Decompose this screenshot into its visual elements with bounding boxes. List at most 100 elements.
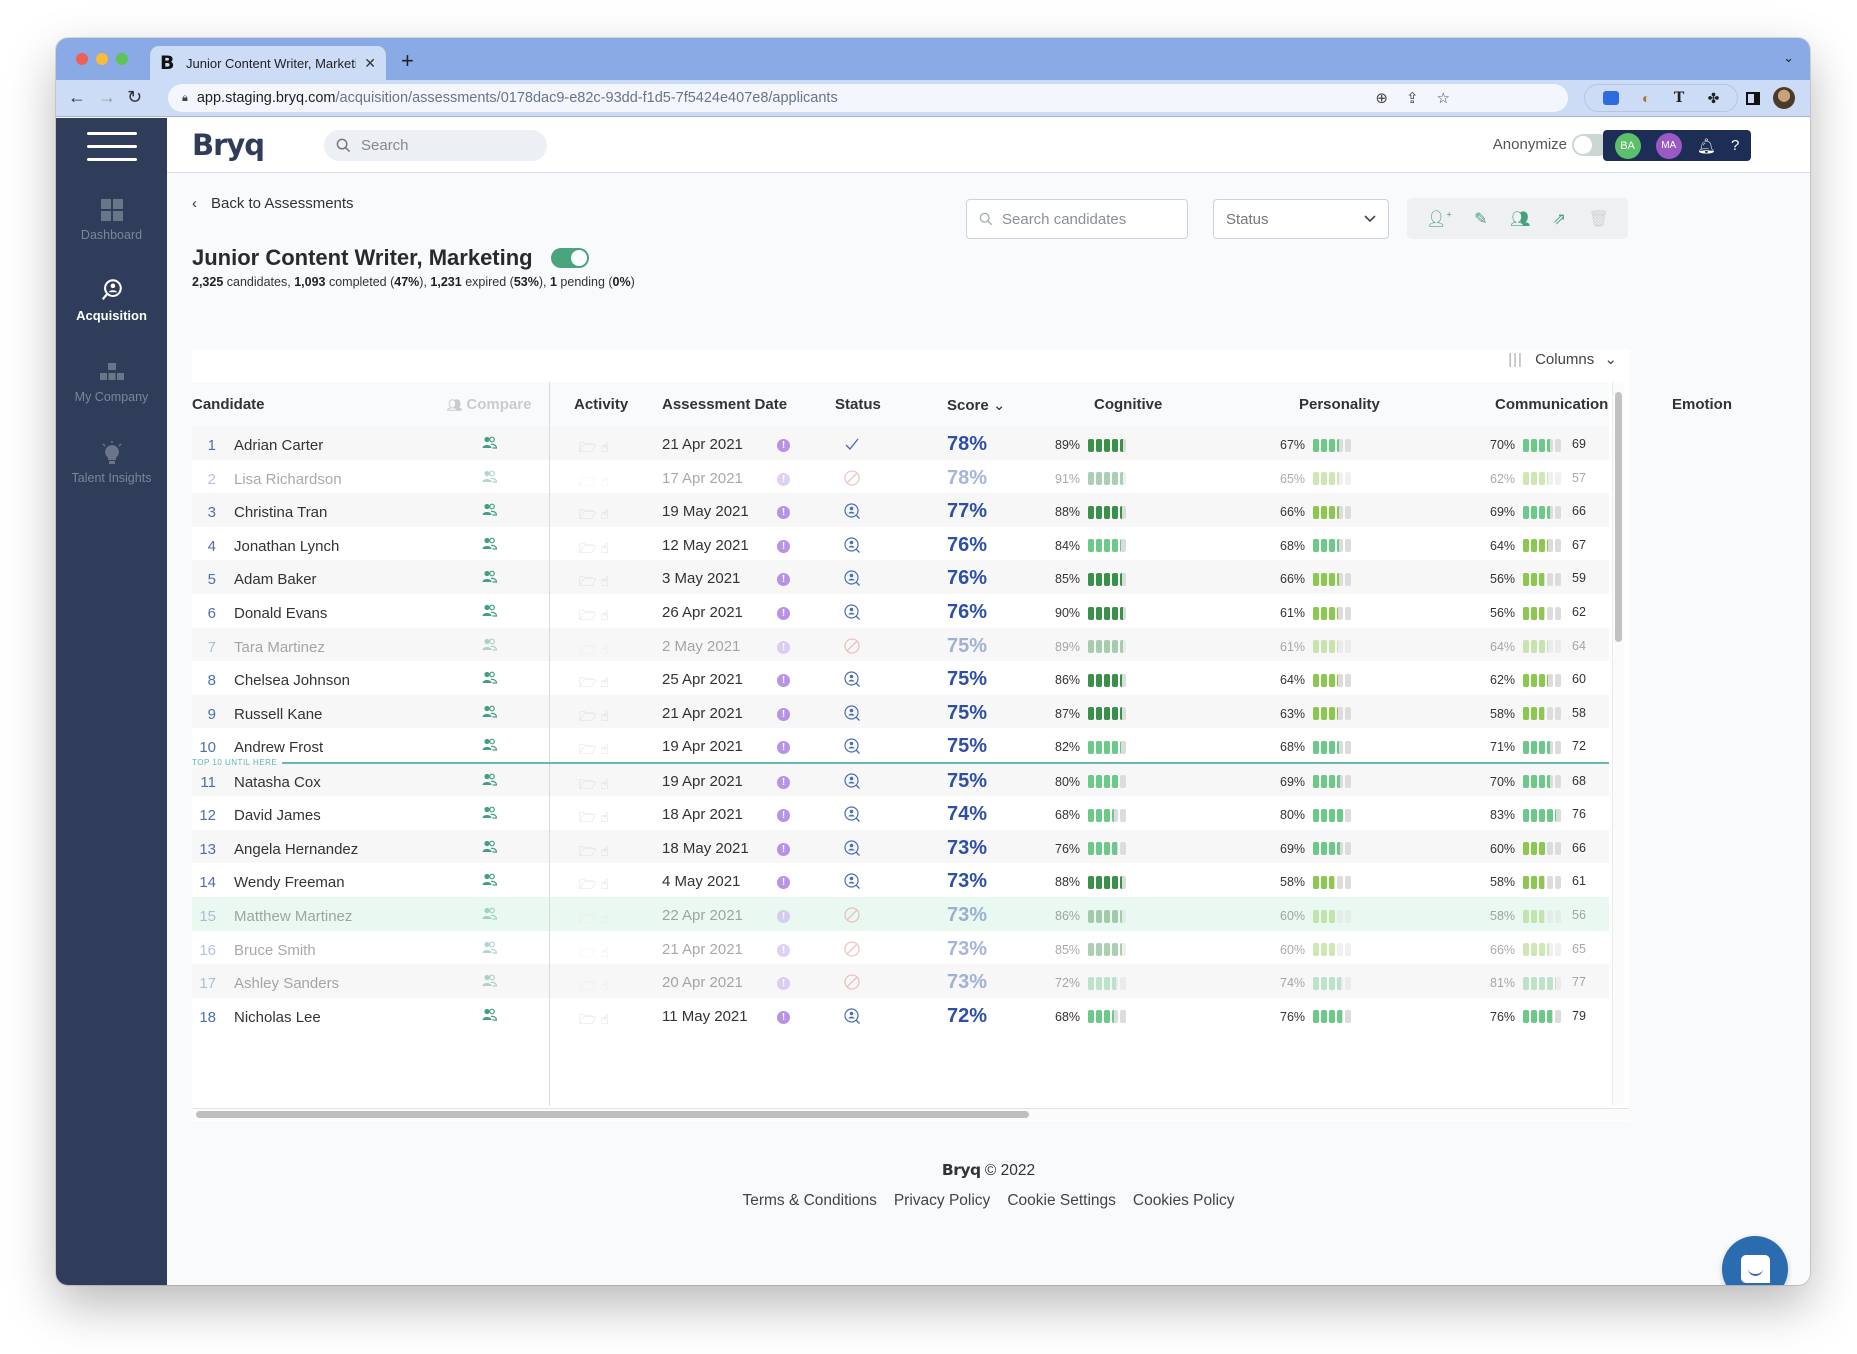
status-completed-icon[interactable]	[842, 435, 862, 455]
header-emotion[interactable]: Emotion	[1672, 396, 1732, 413]
folder-icon[interactable]: 🗁︎	[579, 506, 600, 522]
table-row[interactable]: 12 David James 🗁︎☝︎ 18 Apr 2021! 74% 76 68% 80%…	[192, 796, 1609, 830]
alert-icon[interactable]: !	[777, 876, 790, 890]
folder-icon[interactable]: 🗁︎	[579, 944, 600, 960]
candidate-name[interactable]: Angela Hernandez	[234, 841, 358, 858]
alert-icon[interactable]: !	[777, 707, 790, 721]
candidate-name[interactable]: Wendy Freeman	[234, 874, 345, 891]
header-cognitive[interactable]: Cognitive	[1094, 396, 1162, 413]
pointer-click-icon[interactable]: ☝︎	[600, 573, 613, 589]
sidebar-item-acquisition[interactable]: Acquisition	[56, 278, 167, 323]
pointer-click-icon[interactable]: ☝︎	[600, 776, 613, 792]
horizontal-scrollbar[interactable]	[192, 1108, 1629, 1120]
table-row[interactable]: 5 Adam Baker 🗁︎☝︎ 3 May 2021! 76% 59 85% 66% 56%	[192, 560, 1609, 594]
status-in-review-icon[interactable]	[842, 772, 862, 792]
status-in-review-icon[interactable]	[842, 839, 862, 859]
export-icon[interactable]: ⇗	[1553, 209, 1566, 229]
text-extension-icon[interactable]: T	[1674, 90, 1684, 106]
folder-icon[interactable]: 🗁︎	[579, 977, 600, 993]
terms-link[interactable]: Terms & Conditions	[742, 1192, 876, 1210]
team-icon[interactable]: 👥︎	[1510, 209, 1530, 229]
folder-icon[interactable]: 🗁︎	[579, 473, 600, 489]
sidebar-item-my-company[interactable]: My Company	[56, 360, 167, 404]
alert-icon[interactable]: !	[777, 775, 790, 789]
scrollbar-thumb[interactable]	[196, 1111, 1029, 1118]
header-communication[interactable]: Communication	[1495, 396, 1608, 413]
candidate-name[interactable]: Ashley Sanders	[234, 975, 339, 992]
alert-icon[interactable]: !	[777, 809, 790, 823]
header-personality[interactable]: Personality	[1299, 396, 1380, 413]
pointer-click-icon[interactable]: ☝︎	[600, 977, 613, 993]
delete-icon[interactable]: 🗑︎	[1588, 209, 1608, 229]
compare-candidate-icon[interactable]	[482, 974, 498, 990]
table-row[interactable]: 6 Donald Evans 🗁︎☝︎ 26 Apr 2021! 76% 62 90% 61%…	[192, 594, 1609, 628]
side-panel-icon[interactable]	[1746, 92, 1760, 105]
chat-support-button[interactable]	[1722, 1236, 1788, 1285]
alert-icon[interactable]: !	[777, 1010, 790, 1024]
compare-candidate-icon[interactable]	[482, 873, 498, 889]
avatar-ma[interactable]: MA	[1655, 132, 1682, 159]
table-row[interactable]: 14 Wendy Freeman 🗁︎☝︎ 4 May 2021! 73% 61 88% 58…	[192, 863, 1609, 897]
status-in-review-icon[interactable]	[842, 1007, 862, 1027]
compare-candidate-icon[interactable]	[482, 773, 498, 789]
table-row[interactable]: 10 Andrew Frost 🗁︎☝︎ 19 Apr 2021! 75% 72 82% 68…	[192, 728, 1609, 762]
status-in-review-icon[interactable]	[842, 805, 862, 825]
alert-icon[interactable]: !	[777, 741, 790, 755]
bryq-logo[interactable]: Bryq	[192, 128, 265, 162]
candidate-name[interactable]: Russell Kane	[234, 706, 322, 723]
alert-icon[interactable]: !	[777, 977, 790, 991]
folder-icon[interactable]: 🗁︎	[579, 741, 600, 757]
status-in-review-icon[interactable]	[842, 737, 862, 757]
pointer-click-icon[interactable]: ☝︎	[600, 641, 613, 657]
close-window-button[interactable]	[76, 53, 88, 65]
puzzle-extensions-icon[interactable]: ✤	[1708, 90, 1720, 107]
status-rejected-icon[interactable]	[842, 469, 862, 489]
sidebar-item-dashboard[interactable]: Dashboard	[56, 198, 167, 242]
candidate-name[interactable]: Christina Tran	[234, 504, 327, 521]
share-icon[interactable]: ⇪	[1406, 89, 1419, 107]
candidate-name[interactable]: Lisa Richardson	[234, 471, 342, 488]
compare-candidate-icon[interactable]	[482, 470, 498, 486]
compare-candidate-icon[interactable]	[482, 436, 498, 452]
cookie-settings-link[interactable]: Cookie Settings	[1007, 1192, 1116, 1210]
status-in-review-icon[interactable]	[842, 670, 862, 690]
header-assessment-date[interactable]: Assessment Date	[662, 396, 787, 413]
table-row[interactable]: 11 Natasha Cox 🗁︎☝︎ 19 Apr 2021! 75% 68 80% 69%…	[192, 762, 1609, 797]
candidate-name[interactable]: Chelsea Johnson	[234, 672, 350, 689]
alert-icon[interactable]: !	[777, 607, 790, 620]
compare-candidate-icon[interactable]	[482, 806, 498, 822]
forward-arrow-icon[interactable]: →	[98, 87, 116, 108]
header-status[interactable]: Status	[835, 396, 881, 413]
tab-search-chevron-icon[interactable]: ⌄	[1783, 50, 1794, 66]
zoom-extension-icon[interactable]	[1602, 91, 1619, 105]
maximize-window-button[interactable]	[116, 53, 128, 65]
pointer-click-icon[interactable]: ☝︎	[600, 1011, 613, 1027]
candidate-name[interactable]: Bruce Smith	[234, 942, 316, 959]
status-in-review-icon[interactable]	[842, 704, 862, 724]
alert-icon[interactable]: !	[777, 573, 790, 587]
table-row[interactable]: 2 Lisa Richardson 🗁︎☝︎ 17 Apr 2021! 78% 57 91%…	[192, 460, 1609, 494]
cookies-policy-link[interactable]: Cookies Policy	[1133, 1192, 1235, 1210]
compare-candidate-icon[interactable]	[482, 503, 498, 519]
new-tab-button[interactable]: +	[401, 48, 414, 74]
folder-icon[interactable]: 🗁︎	[579, 910, 600, 926]
table-row[interactable]: 16 Bruce Smith 🗁︎☝︎ 21 Apr 2021! 73% 65 85% 60%…	[192, 931, 1609, 965]
bookmark-star-icon[interactable]: ☆	[1437, 89, 1450, 107]
avatar-ba[interactable]: BA	[1614, 132, 1641, 159]
folder-icon[interactable]: 🗁︎	[579, 641, 600, 657]
help-icon[interactable]: ?	[1731, 137, 1739, 154]
privacy-policy-link[interactable]: Privacy Policy	[894, 1192, 990, 1210]
alert-icon[interactable]: !	[777, 439, 790, 452]
folder-icon[interactable]: 🗁︎	[579, 573, 600, 589]
table-row[interactable]: 8 Chelsea Johnson 🗁︎☝︎ 25 Apr 2021! 75% 60 86%…	[192, 661, 1609, 695]
compare-candidate-icon[interactable]	[482, 1008, 498, 1024]
status-rejected-icon[interactable]	[842, 940, 862, 960]
pointer-click-icon[interactable]: ☝︎	[600, 809, 613, 825]
pointer-click-icon[interactable]: ☝︎	[600, 876, 613, 892]
pointer-click-icon[interactable]: ☝︎	[600, 741, 613, 757]
reload-icon[interactable]: ↻	[127, 87, 142, 108]
scrollbar-thumb[interactable]	[1615, 392, 1622, 642]
compare-candidate-icon[interactable]	[482, 604, 498, 620]
pointer-click-icon[interactable]: ☝︎	[600, 708, 613, 724]
add-candidate-icon[interactable]: 👤︎+	[1426, 209, 1452, 229]
